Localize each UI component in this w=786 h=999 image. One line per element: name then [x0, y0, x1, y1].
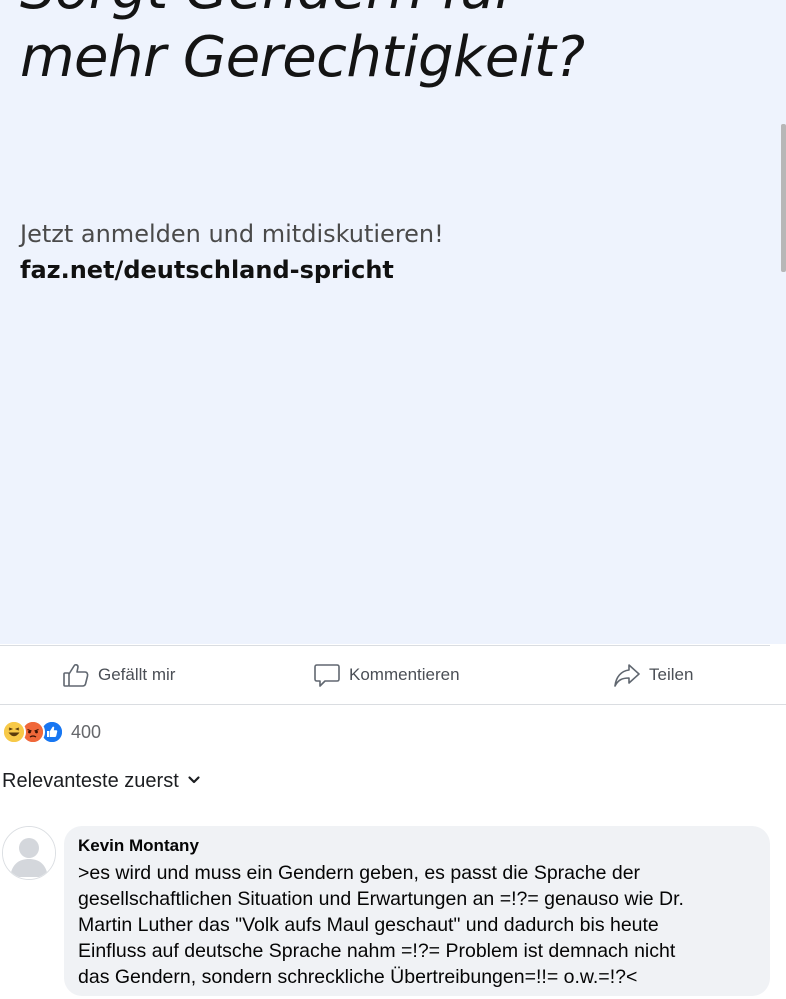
post-image-headline: Sorgt Gendern für mehr Gerechtigkeit? — [20, 0, 585, 92]
divider — [0, 704, 786, 705]
post-image-cta: Jetzt anmelden und mitdiskutieren! — [20, 220, 444, 248]
comment-label: Kommentieren — [349, 665, 460, 684]
like-button[interactable]: Gefällt mir — [62, 646, 175, 704]
share-button[interactable]: Teilen — [613, 646, 693, 704]
post-action-bar: Gefällt mir Kommentieren Teilen — [0, 646, 786, 704]
share-arrow-icon — [613, 661, 641, 689]
speech-bubble-icon — [313, 661, 341, 689]
default-avatar-icon — [3, 827, 55, 879]
comment-text: >es wird und muss ein Gendern geben, es … — [78, 862, 684, 988]
comment-bubble: Kevin Montany >es wird und muss ein Gend… — [64, 826, 770, 996]
headline-line-1: Sorgt Gendern für — [20, 0, 585, 24]
comment-author[interactable]: Kevin Montany — [78, 836, 756, 856]
scrollbar[interactable] — [781, 124, 786, 272]
chevron-down-icon — [187, 770, 201, 793]
post-image[interactable]: Sorgt Gendern für mehr Gerechtigkeit? Je… — [0, 0, 786, 644]
sort-label: Relevanteste zuerst — [2, 770, 179, 792]
comment-button[interactable]: Kommentieren — [313, 646, 460, 704]
headline-line-2: mehr Gerechtigkeit? — [20, 25, 585, 90]
thumbs-up-icon — [62, 661, 90, 689]
post-image-url: faz.net/deutschland-spricht — [20, 256, 394, 284]
reaction-count: 400 — [71, 721, 102, 742]
reactions-summary[interactable]: 400 — [2, 720, 101, 744]
haha-reaction-icon — [2, 720, 26, 744]
avatar[interactable] — [2, 826, 56, 880]
like-label: Gefällt mir — [98, 665, 176, 684]
comment-sort-dropdown[interactable]: Relevanteste zuerst — [2, 770, 201, 793]
share-label: Teilen — [649, 665, 694, 684]
